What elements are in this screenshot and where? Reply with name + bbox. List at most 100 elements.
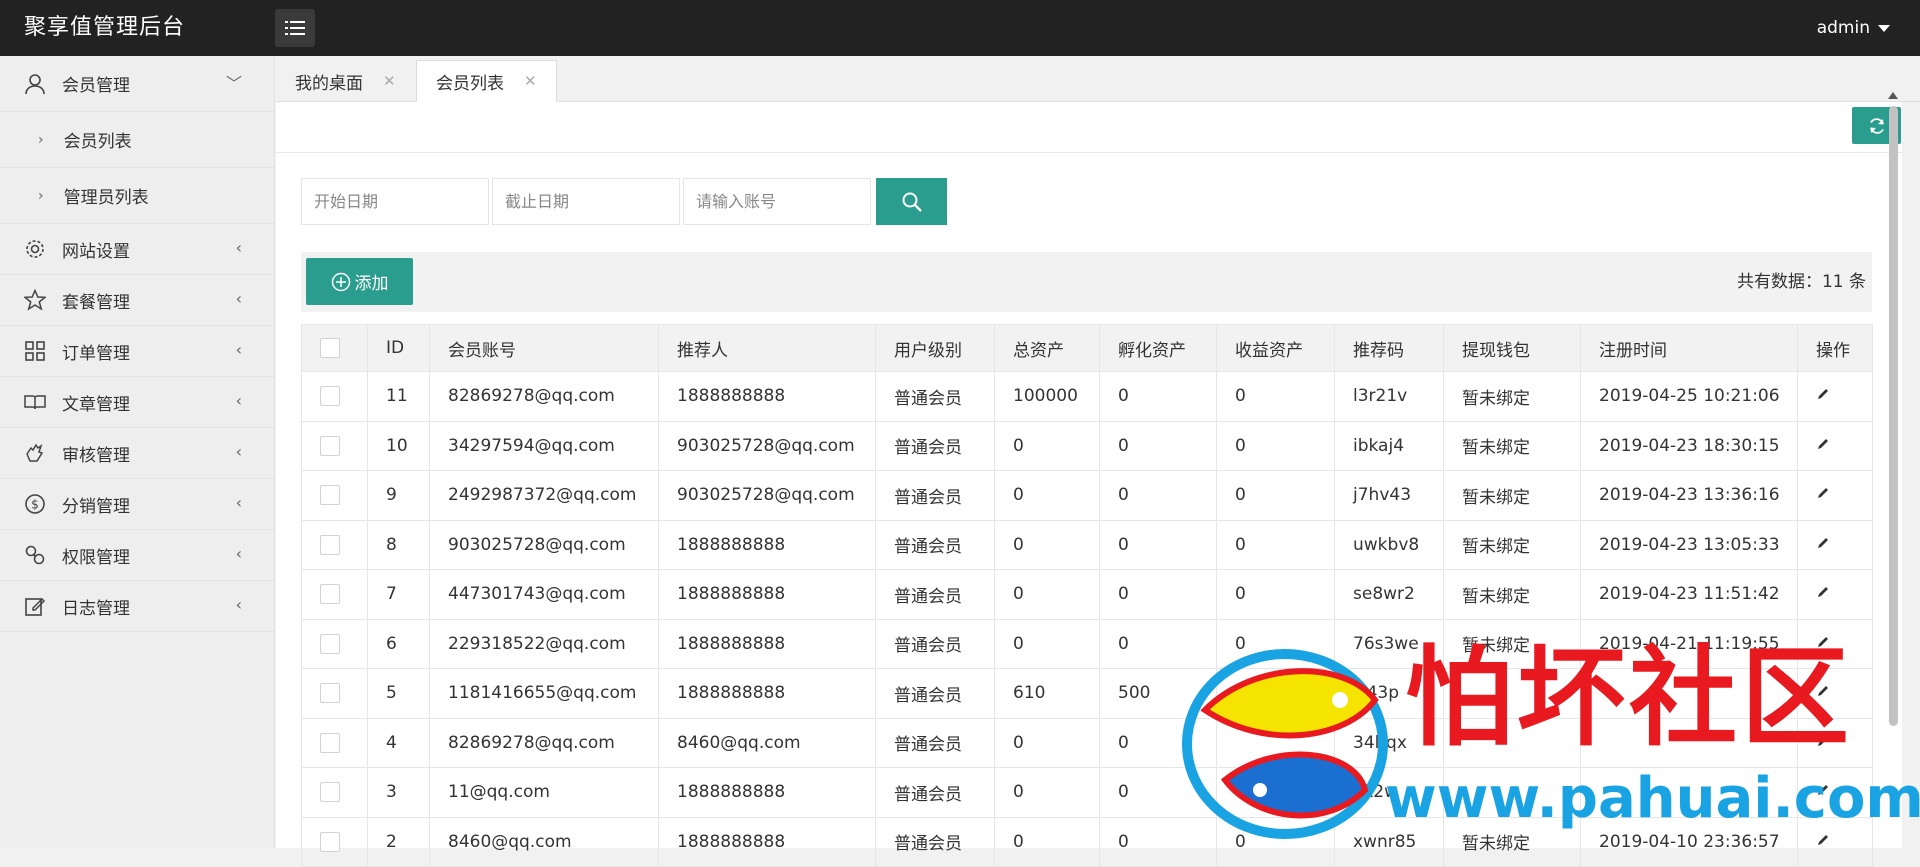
chevron-down-icon: ﹀ (225, 74, 242, 93)
table-row: 2 8460@qq.com 1888888888 普通会员 0 0 0 xwnr85 暂未绑定 2… (301, 816, 1873, 867)
row-checkbox[interactable] (320, 584, 340, 605)
col-header[interactable]: 推荐码 (1334, 324, 1444, 372)
table-cell: 1888888888 (658, 519, 876, 570)
table-row: 5 1181416655@qq.com 1888888888 普通会员 610 500 si… (301, 668, 1873, 719)
edit-pencil-icon[interactable] (1816, 782, 1830, 802)
add-button[interactable]: 添加 (306, 258, 413, 305)
tab-member-list[interactable]: 会员列表 ✕ (416, 60, 557, 102)
sidebar-subitem-admin-list[interactable]: › 管理员列表 (0, 168, 274, 224)
close-icon[interactable]: ✕ (524, 72, 537, 90)
table-cell (1216, 717, 1335, 768)
select-all-checkbox[interactable] (320, 338, 340, 358)
sidebar-item-article[interactable]: 文章管理 ‹ (0, 377, 274, 428)
sidebar-item-label: 订单管理 (62, 343, 130, 364)
table-cell: 0 (1099, 470, 1217, 521)
scroll-up-icon[interactable] (1888, 92, 1898, 99)
chevron-left-icon: ‹ (235, 340, 242, 359)
row-checkbox-cell (301, 371, 368, 422)
end-date-input[interactable] (492, 178, 680, 225)
chevron-left-icon: ‹ (235, 289, 242, 308)
row-checkbox[interactable] (320, 534, 340, 555)
edit-pencil-icon[interactable] (1816, 733, 1830, 753)
svg-text:$: $ (31, 498, 39, 512)
table-cell (1443, 717, 1581, 768)
col-header[interactable]: 提现钱包 (1443, 324, 1581, 372)
col-header[interactable]: 会员账号 (429, 324, 659, 372)
sidebar-subitem-member-list[interactable]: › 会员列表 (0, 112, 274, 168)
col-header[interactable]: 操作 (1797, 324, 1873, 372)
col-header[interactable]: 收益资产 (1216, 324, 1335, 372)
user-menu[interactable]: admin (1817, 0, 1890, 56)
search-button[interactable] (876, 178, 947, 225)
row-checkbox[interactable] (320, 683, 340, 704)
col-header[interactable]: 注册时间 (1580, 324, 1798, 372)
sidebar-item-audit[interactable]: 审核管理 ‹ (0, 428, 274, 479)
sidebar-item-distribution[interactable]: $ 分销管理 ‹ (0, 479, 274, 530)
table-cell: j7hv43 (1334, 470, 1444, 521)
table-cell: 普通会员 (875, 420, 995, 471)
table-cell: 0 (1099, 816, 1217, 867)
col-header[interactable]: 孵化资产 (1099, 324, 1217, 372)
action-cell (1797, 371, 1873, 422)
table-cell: 0 (1099, 519, 1217, 570)
edit-pencil-icon[interactable] (1816, 485, 1830, 505)
chevron-left-icon: ‹ (235, 595, 242, 614)
sidebar-item-package[interactable]: 套餐管理 ‹ (0, 275, 274, 326)
sidebar-item-permission[interactable]: 权限管理 ‹ (0, 530, 274, 581)
row-checkbox[interactable] (320, 435, 340, 456)
col-header[interactable]: 推荐人 (658, 324, 876, 372)
row-checkbox-cell (301, 618, 368, 669)
row-checkbox[interactable] (320, 633, 340, 654)
total-count: 共有数据：11 条 (1736, 272, 1866, 292)
col-header[interactable]: ID (367, 324, 430, 372)
table-cell: 0 (1099, 420, 1217, 471)
table-cell: 903025728@qq.com (658, 420, 876, 471)
menu-toggle-button[interactable] (275, 9, 315, 47)
main-content: 添加 共有数据：11 条 ID 会员账号 推荐人 用户级别 总资产 孵化资产 收… (276, 92, 1902, 867)
edit-icon (24, 595, 46, 617)
tab-desktop[interactable]: 我的桌面 ✕ (276, 60, 415, 102)
table-cell: 500 (1099, 668, 1217, 719)
sidebar-item-log[interactable]: 日志管理 ‹ (0, 581, 274, 632)
edit-pencil-icon[interactable] (1816, 832, 1830, 852)
chevron-left-icon: ‹ (235, 544, 242, 563)
action-cell (1797, 519, 1873, 570)
row-checkbox[interactable] (320, 782, 340, 803)
start-date-input[interactable] (301, 178, 489, 225)
scroll-thumb[interactable] (1889, 106, 1898, 726)
edit-pencil-icon[interactable] (1816, 535, 1830, 555)
sidebar-item-site-settings[interactable]: 网站设置 ‹ (0, 224, 274, 275)
table-cell: 1181416655@qq.com (429, 668, 659, 719)
table-cell: 2492987372@qq.com (429, 470, 659, 521)
book-icon (24, 391, 46, 413)
account-search-input[interactable] (683, 178, 871, 225)
sidebar-item-label: 网站设置 (62, 241, 130, 262)
edit-pencil-icon[interactable] (1816, 584, 1830, 604)
row-checkbox[interactable] (320, 732, 340, 753)
row-checkbox-cell (301, 717, 368, 768)
sidebar: 会员管理 ﹀ › 会员列表 › 管理员列表 网站设置 ‹ 套餐管理 ‹ 订单管理… (0, 56, 275, 848)
table-cell (1443, 767, 1581, 818)
table-cell (1580, 767, 1798, 818)
row-checkbox[interactable] (320, 831, 340, 852)
edit-pencil-icon[interactable] (1816, 436, 1830, 456)
table-cell: 0 (994, 569, 1100, 620)
edit-pencil-icon[interactable] (1816, 634, 1830, 654)
row-checkbox[interactable] (320, 485, 340, 506)
table-cell: 普通会员 (875, 618, 995, 669)
row-checkbox-cell (301, 668, 368, 719)
edit-pencil-icon[interactable] (1816, 386, 1830, 406)
row-checkbox[interactable] (320, 386, 340, 407)
vertical-scrollbar[interactable] (1884, 90, 1902, 830)
sidebar-item-order[interactable]: 订单管理 ‹ (0, 326, 274, 377)
col-header[interactable]: 总资产 (994, 324, 1100, 372)
col-header[interactable]: 用户级别 (875, 324, 995, 372)
close-icon[interactable]: ✕ (383, 72, 396, 90)
sidebar-item-member[interactable]: 会员管理 ﹀ (0, 56, 274, 112)
edit-pencil-icon[interactable] (1816, 683, 1830, 703)
table-cell: 普通会员 (875, 371, 995, 422)
table-cell: 903025728@qq.com (658, 470, 876, 521)
table-cell: 暂未绑定 (1443, 618, 1581, 669)
select-all-cell (301, 324, 368, 372)
table-cell: 447301743@qq.com (429, 569, 659, 620)
